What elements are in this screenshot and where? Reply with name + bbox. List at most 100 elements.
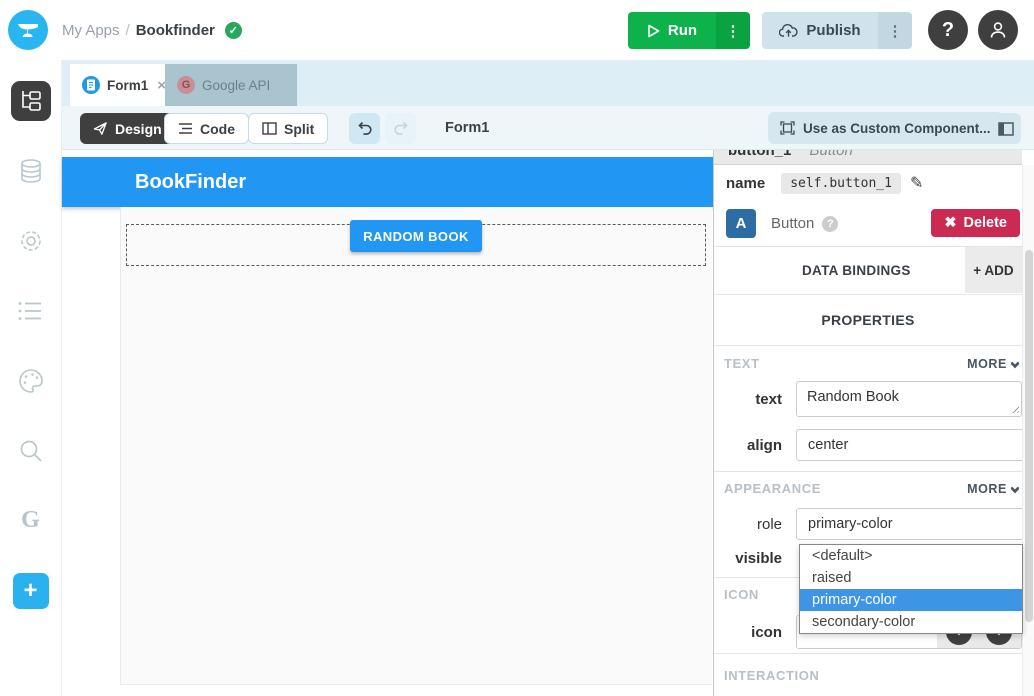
data-bindings-label: DATA BINDINGS [802,263,911,278]
delete-x-icon: ✖ [944,215,956,231]
sidebar-item-logs[interactable] [17,299,45,323]
double-chevron-down-icon [1012,360,1018,367]
component-type-row: A Button ? ✖ Delete [714,201,1022,247]
cloud-upload-icon [779,23,798,38]
role-option-secondary-color[interactable]: secondary-color [800,611,1022,633]
panel-scrollbar[interactable] [1022,165,1034,696]
run-button[interactable]: Run [628,12,716,49]
text-property-row: text Random Book [714,381,1022,427]
publish-button[interactable]: Publish [762,12,878,49]
component-help-icon[interactable]: ? [822,216,838,232]
align-property-label: align [714,437,782,454]
role-option-primary-color[interactable]: primary-color [800,589,1022,611]
design-label: Design [115,121,162,137]
section-interaction: INTERACTION [714,653,1022,696]
text-property-label: text [714,391,782,408]
role-option-default[interactable]: <default> [800,545,1022,567]
sidebar-item-app-structure[interactable] [11,81,51,121]
current-form-name: Form1 [445,106,489,150]
sidebar-item-settings[interactable] [17,227,45,255]
sidebar-item-theme[interactable] [17,367,45,395]
panel-scrollbar-thumb[interactable] [1025,250,1033,622]
text-property-input[interactable]: Random Book [796,381,1022,417]
app-tree-icon [19,89,43,113]
google-g-icon: G [21,507,40,534]
more-label: MORE [967,357,1007,371]
person-icon [987,19,1009,41]
random-book-button-component[interactable]: RANDOM BOOK [350,220,482,252]
delete-component-button[interactable]: ✖ Delete [931,209,1020,237]
redo-icon [393,121,409,137]
kebab-icon: ⋮ [888,22,903,40]
tab-form1[interactable]: Form1 × [70,64,165,106]
anvil-logo[interactable] [8,10,48,50]
code-lines-icon [178,122,193,135]
name-label: name [726,175,765,192]
properties-heading: PROPERTIES [714,295,1022,345]
split-view-button[interactable]: Split [248,113,328,144]
redo-button[interactable] [385,113,416,144]
publish-label: Publish [806,22,860,39]
run-button-group: Run ⋮ [628,12,750,49]
component-name-heading: button_1 [728,150,791,159]
run-label: Run [668,22,697,39]
form-surface[interactable]: RANDOM BOOK [120,207,712,685]
undo-button[interactable] [349,113,380,144]
add-sidebar-item-button[interactable]: + [13,573,49,609]
app-title: BookFinder [62,171,246,194]
component-name-value[interactable]: self.button_1 [781,173,901,194]
palette-icon [17,367,45,395]
list-icon [17,299,45,323]
role-select[interactable]: primary-color [796,508,1034,540]
panel-layout-icon [998,122,1014,136]
run-menu-button[interactable]: ⋮ [716,12,750,49]
form-file-icon [82,76,100,94]
align-selected-value: center [808,437,848,453]
breadcrumb-app-name[interactable]: Bookfinder [136,22,215,39]
component-type-label: Button [771,215,814,232]
icon-property-label: icon [714,624,782,641]
drop-zone-container[interactable]: RANDOM BOOK [126,224,706,266]
role-property-label: role [714,516,782,533]
add-data-binding-button[interactable]: + ADD [965,247,1022,293]
database-icon [17,157,45,185]
use-as-custom-component-button[interactable]: Use as Custom Component... [768,112,1003,144]
role-option-raised[interactable]: raised [800,567,1022,589]
button-component-icon: A [726,209,756,238]
name-row: name self.button_1 ✎ [714,165,1022,201]
breadcrumb-separator: / [126,22,130,39]
icon-section-label: ICON [724,587,759,602]
appearance-more-button[interactable]: MORE [967,482,1018,496]
profile-button[interactable] [978,10,1018,50]
anvil-icon [16,18,40,42]
use-as-custom-label: Use as Custom Component... [803,121,991,136]
double-chevron-down-icon [1012,485,1018,492]
sidebar-item-data-tables[interactable] [17,157,45,185]
breadcrumb: My Apps / Bookfinder ✓ [62,0,242,60]
role-property-row: role primary-color [714,505,1022,547]
left-sidebar: G + [0,60,62,696]
text-more-button[interactable]: MORE [967,357,1018,371]
edit-name-icon[interactable]: ✎ [910,173,923,193]
tab-google-api[interactable]: G Google API [165,64,297,106]
app-navbar-component[interactable]: BookFinder [62,157,713,207]
help-button[interactable]: ? [928,10,968,50]
publish-button-group: Publish ⋮ [762,12,912,49]
align-property-row: align center [714,427,1022,471]
align-select[interactable]: center [796,429,1034,461]
code-view-button[interactable]: Code [164,113,249,144]
custom-component-icon [780,121,795,135]
toggle-side-panel-button[interactable] [990,113,1021,144]
sidebar-item-search[interactable] [17,437,45,465]
sidebar-item-google-service[interactable]: G [21,507,40,534]
split-pane-icon [262,122,277,135]
component-header: button_1 Button [714,150,1022,165]
text-section-label: TEXT [724,356,760,371]
design-view-button[interactable]: Design [80,113,175,144]
google-service-icon: G [177,76,195,94]
gear-icon [17,227,45,255]
publish-menu-button[interactable]: ⋮ [878,12,912,49]
more-label: MORE [967,482,1007,496]
appearance-section-label: APPEARANCE [724,481,821,496]
breadcrumb-my-apps[interactable]: My Apps [62,22,120,39]
